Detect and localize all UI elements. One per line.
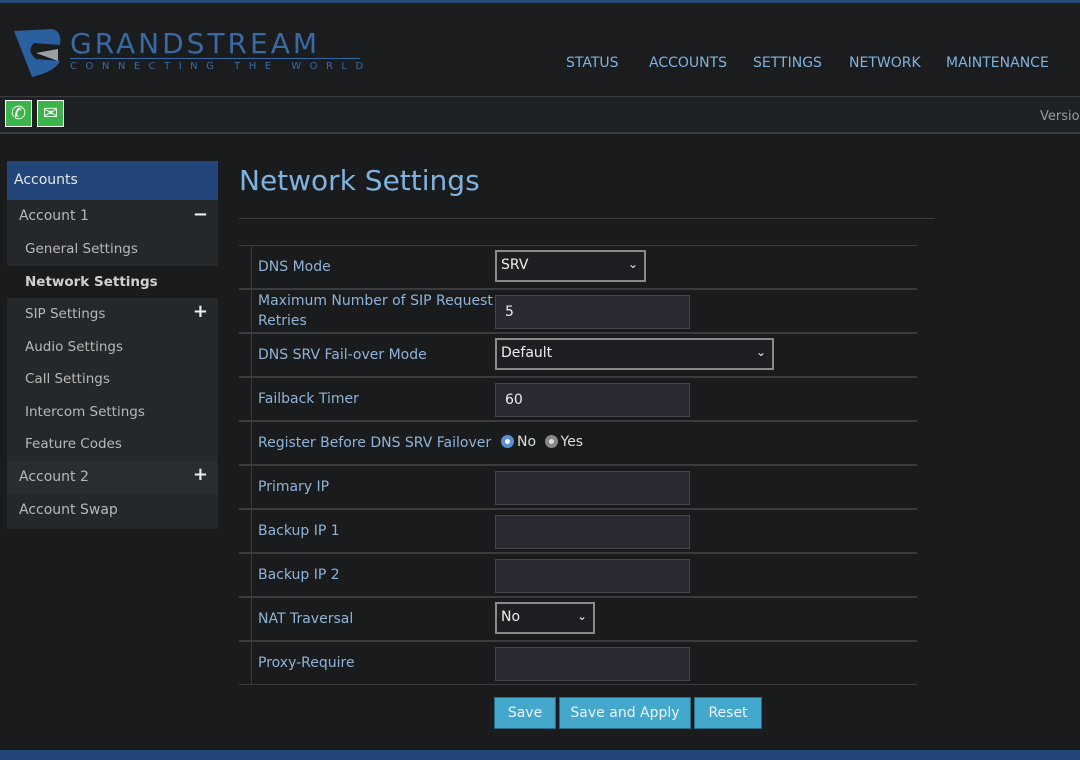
proxy-require-input[interactable] (495, 647, 690, 681)
contact-card-icon[interactable]: ✉ (37, 100, 64, 127)
page-title: Network Settings (239, 164, 480, 197)
settings-form: DNS Mode SRV ⌄ Maximum Number of SIP Requ… (239, 245, 917, 685)
sidebar-account-swap[interactable]: Account Swap (7, 493, 218, 529)
sidebar-item-sip[interactable]: SIP Settings + (7, 298, 218, 331)
proxy-require-label: Proxy-Require (258, 655, 355, 671)
chevron-down-icon: ⌄ (755, 345, 766, 359)
brand-tagline: CONNECTING THE WORLD (70, 61, 372, 72)
sidebar-heading[interactable]: Accounts (7, 161, 218, 200)
backup-ip2-input[interactable] (495, 559, 690, 593)
row-register-before: Register Before DNS SRV Failover No Yes (239, 421, 917, 465)
brand-divider (70, 58, 360, 59)
sidebar-account-1[interactable]: Account 1 − (7, 200, 218, 233)
bottom-bar (0, 750, 1080, 760)
nav-maintenance[interactable]: MAINTENANCE (946, 55, 1049, 71)
sidebar-item-feature-codes[interactable]: Feature Codes (7, 428, 218, 461)
backup-ip1-input[interactable] (495, 515, 690, 549)
phone-icon[interactable]: ✆ (5, 100, 32, 127)
sidebar: Accounts Account 1 − General Settings Net… (7, 161, 218, 529)
nav-accounts[interactable]: ACCOUNTS (649, 55, 727, 71)
row-failback-timer: Failback Timer 60 (239, 377, 917, 421)
brand-name: GRANDSTREAM (70, 27, 321, 60)
sidebar-item-audio[interactable]: Audio Settings (7, 330, 218, 363)
chevron-down-icon: ⌄ (627, 257, 638, 271)
dns-mode-select[interactable]: SRV ⌄ (495, 250, 646, 282)
row-backup-ip1: Backup IP 1 (239, 509, 917, 553)
nat-select[interactable]: No ⌄ (495, 602, 595, 634)
failback-timer-label: Failback Timer (258, 391, 359, 407)
max-retries-label: Maximum Number of SIP Request Retries (258, 293, 493, 329)
collapse-icon[interactable]: − (193, 204, 208, 225)
failback-timer-input[interactable]: 60 (495, 383, 690, 417)
failover-mode-select[interactable]: Default ⌄ (495, 338, 774, 370)
sidebar-item-sip-label: SIP Settings (25, 306, 106, 322)
nat-label: NAT Traversal (258, 611, 354, 627)
version-label: Version (1040, 109, 1080, 124)
backup-ip2-label: Backup IP 2 (258, 567, 340, 583)
sidebar-item-network[interactable]: Network Settings (7, 265, 218, 298)
sidebar-account-2-label: Account 2 (19, 468, 89, 485)
grandstream-logo[interactable]: GRANDSTREAM CONNECTING THE WORLD (12, 27, 372, 79)
toolbar: ✆ ✉ Version (0, 96, 1080, 134)
failover-mode-label: DNS SRV Fail-over Mode (258, 347, 427, 363)
nav-settings[interactable]: SETTINGS (753, 55, 822, 71)
nav-status[interactable]: STATUS (566, 55, 619, 71)
nat-value: No (501, 609, 521, 625)
sidebar-item-intercom[interactable]: Intercom Settings (7, 395, 218, 428)
sidebar-item-call[interactable]: Call Settings (7, 363, 218, 396)
row-nat: NAT Traversal No ⌄ (239, 597, 917, 641)
nav-network[interactable]: NETWORK (849, 55, 921, 71)
row-max-retries: Maximum Number of SIP Request Retries 5 (239, 289, 917, 333)
radio-no-label: No (517, 434, 537, 450)
expand-icon[interactable]: + (193, 464, 208, 485)
expand-icon[interactable]: + (193, 301, 208, 322)
primary-ip-label: Primary IP (258, 479, 330, 495)
row-backup-ip2: Backup IP 2 (239, 553, 917, 597)
register-before-radios: No Yes (501, 434, 583, 450)
row-primary-ip: Primary IP (239, 465, 917, 509)
sidebar-account-1-label: Account 1 (19, 208, 89, 224)
row-failover-mode: DNS SRV Fail-over Mode Default ⌄ (239, 333, 917, 377)
save-button[interactable]: Save (494, 697, 556, 729)
reset-button[interactable]: Reset (694, 697, 762, 729)
title-divider (239, 218, 935, 219)
primary-ip-input[interactable] (495, 471, 690, 505)
dns-mode-value: SRV (501, 257, 529, 273)
chevron-down-icon: ⌄ (576, 609, 587, 623)
save-and-apply-button[interactable]: Save and Apply (559, 697, 691, 729)
backup-ip1-label: Backup IP 1 (258, 523, 340, 539)
sidebar-account-2[interactable]: Account 2 + (7, 460, 218, 494)
radio-yes-label: Yes (560, 434, 584, 450)
register-before-label: Register Before DNS SRV Failover (258, 435, 492, 451)
row-dns-mode: DNS Mode SRV ⌄ (239, 245, 917, 289)
logo-icon (14, 29, 61, 77)
failover-mode-value: Default (501, 345, 553, 361)
max-retries-input[interactable]: 5 (495, 295, 690, 329)
radio-yes[interactable] (544, 435, 558, 448)
dns-mode-label: DNS Mode (258, 259, 331, 275)
header: GRANDSTREAM CONNECTING THE WORLD STATUS … (0, 3, 1080, 96)
sidebar-item-general[interactable]: General Settings (7, 233, 218, 266)
row-proxy-require: Proxy-Require (239, 641, 917, 685)
radio-no[interactable] (501, 435, 514, 448)
